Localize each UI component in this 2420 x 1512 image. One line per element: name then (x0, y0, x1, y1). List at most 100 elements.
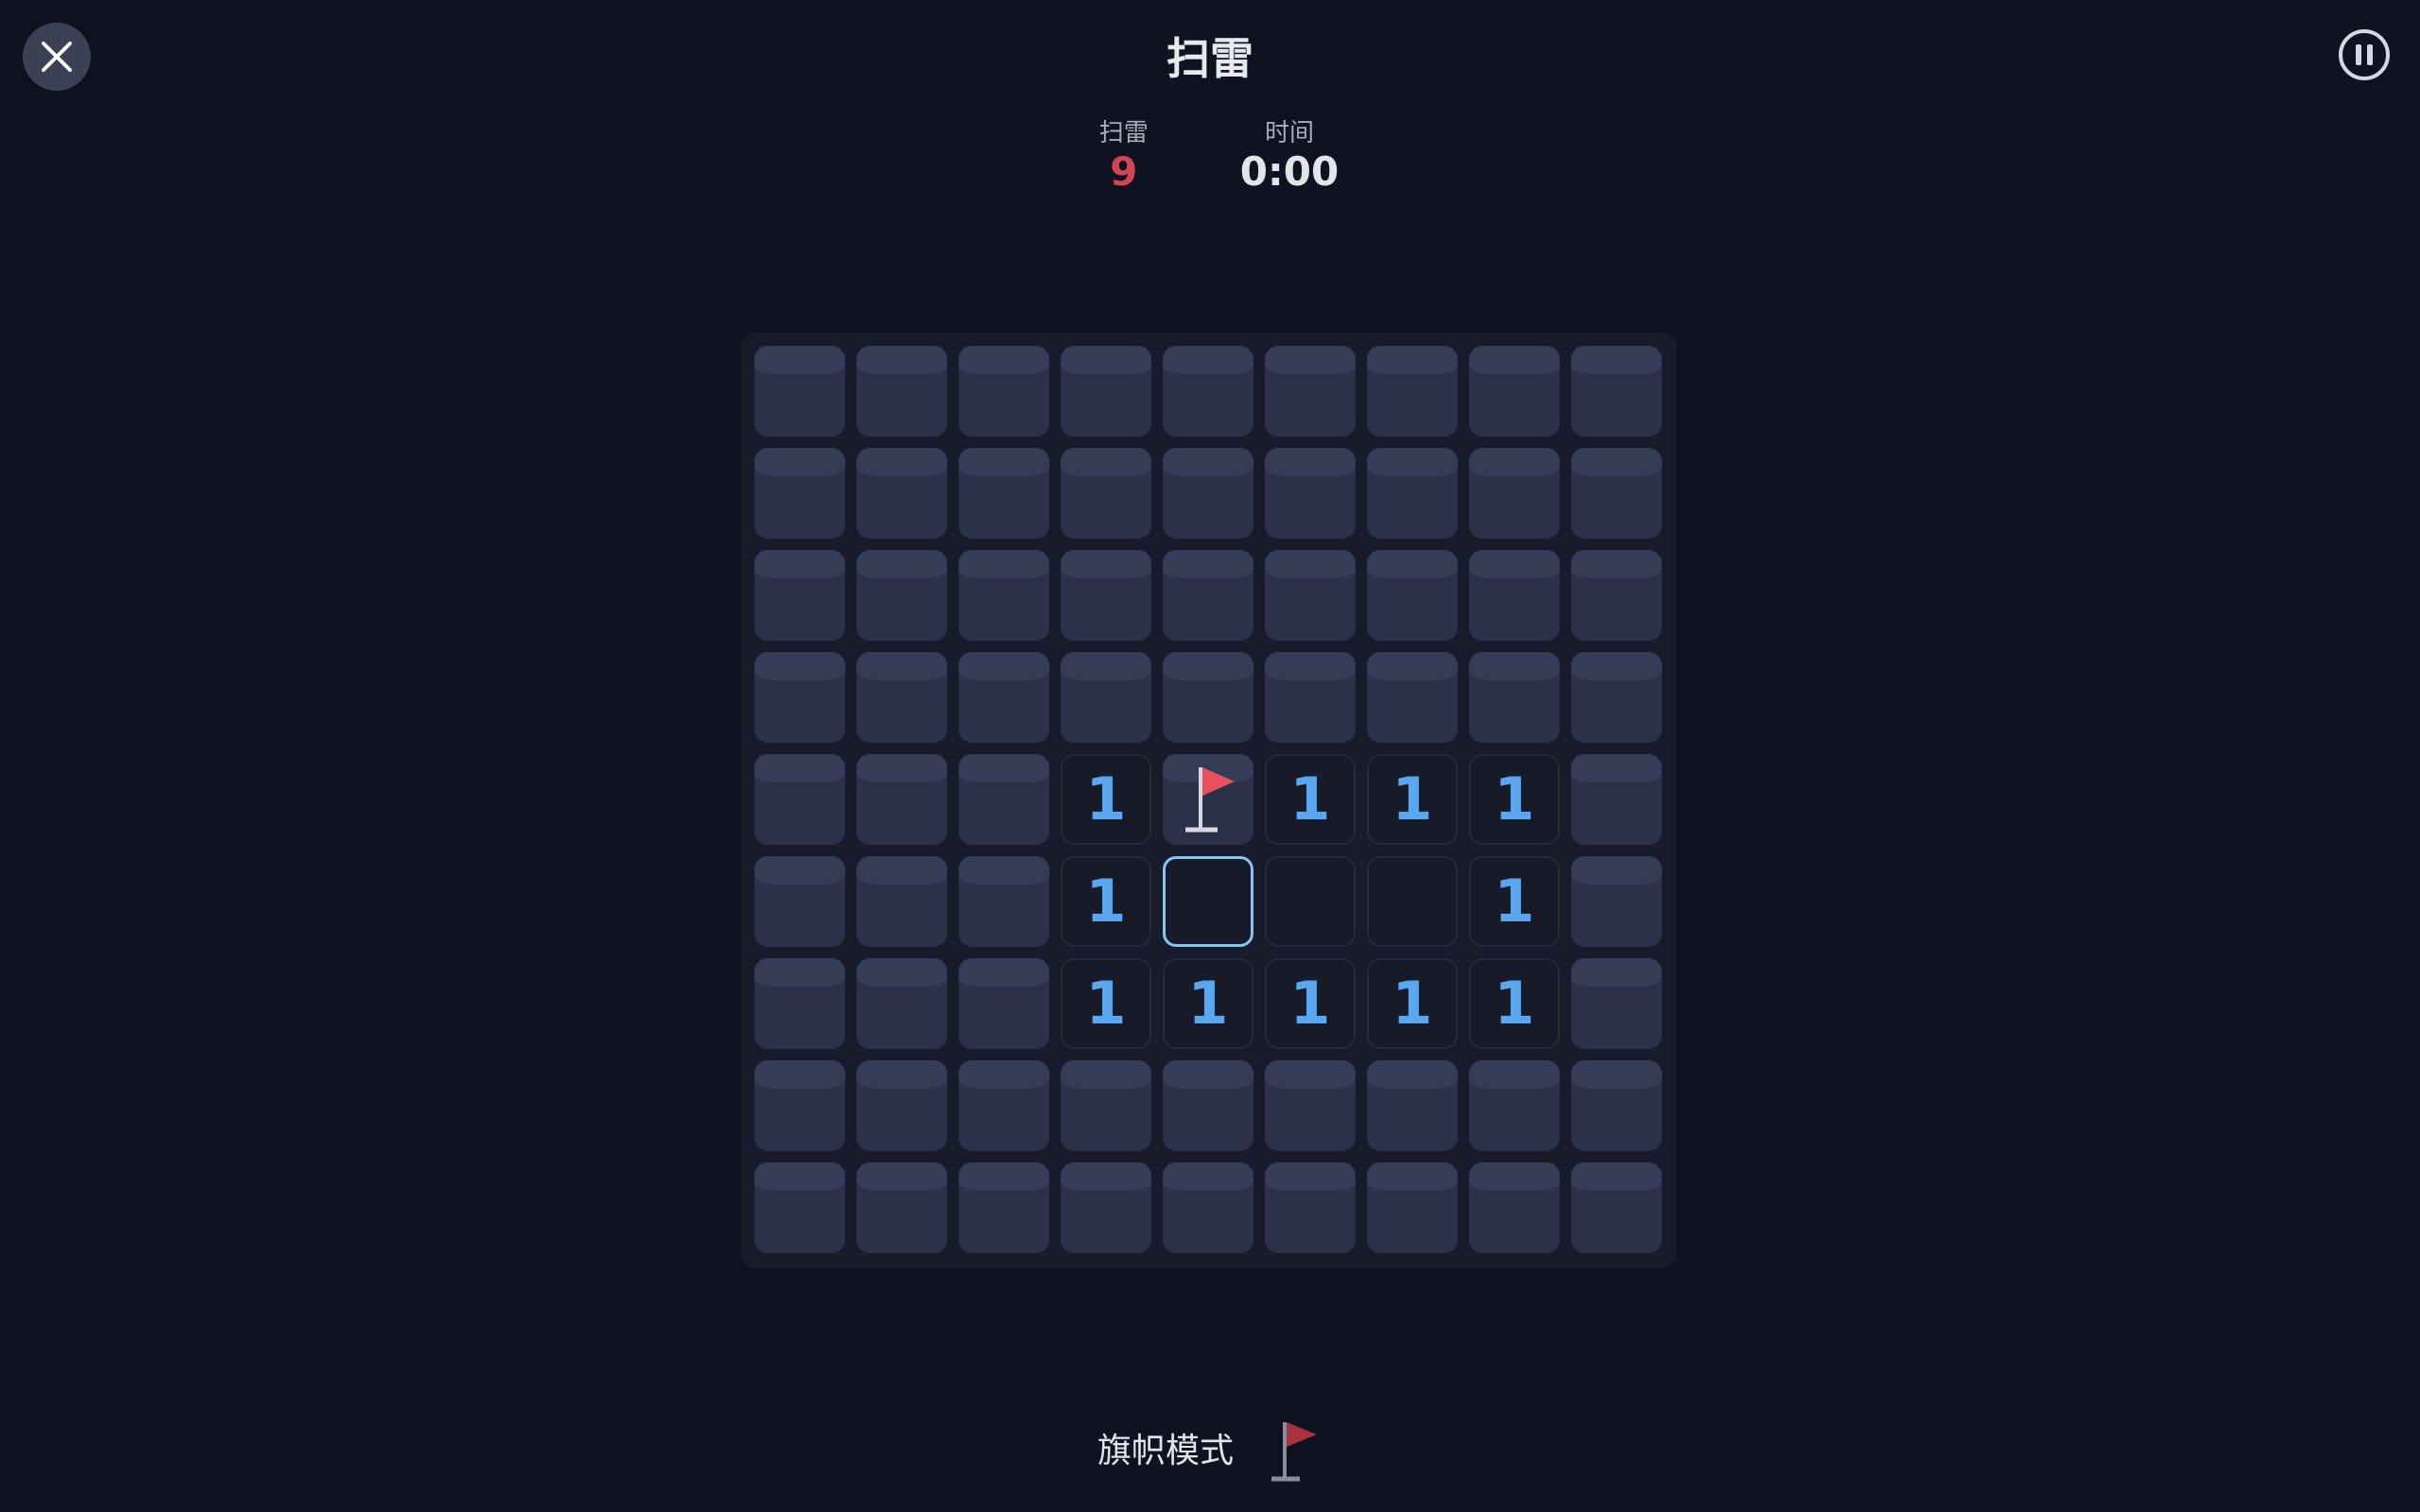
cell-hidden[interactable] (1367, 652, 1458, 743)
cell-hidden[interactable] (1571, 448, 1662, 539)
game-board: 11111111111 (741, 333, 1677, 1268)
cell-flagged[interactable] (1163, 754, 1253, 845)
cell-hidden[interactable] (1061, 346, 1151, 437)
pause-button[interactable] (2339, 29, 2390, 80)
cell-hidden[interactable] (1571, 550, 1662, 641)
cell-hidden[interactable] (1265, 550, 1356, 641)
cell-revealed-empty[interactable] (1367, 856, 1458, 947)
cell-revealed-number[interactable]: 1 (1061, 958, 1151, 1049)
cell-hidden[interactable] (1163, 550, 1253, 641)
cell-hidden[interactable] (959, 1162, 1049, 1253)
cell-hidden[interactable] (1061, 1162, 1151, 1253)
cell-hidden[interactable] (754, 1060, 845, 1151)
cell-hidden[interactable] (856, 754, 947, 845)
cell-hidden[interactable] (856, 550, 947, 641)
cell-hidden[interactable] (959, 448, 1049, 539)
cell-hidden[interactable] (1571, 652, 1662, 743)
cell-hidden[interactable] (1061, 652, 1151, 743)
cell-hidden[interactable] (754, 754, 845, 845)
flag-icon (1271, 1422, 1317, 1482)
mine-counter: 扫雷 9 (1081, 117, 1167, 195)
flag-mode-button[interactable] (1266, 1418, 1322, 1486)
cell-hidden[interactable] (1061, 448, 1151, 539)
cell-hidden[interactable] (959, 346, 1049, 437)
cell-hidden[interactable] (1571, 1162, 1662, 1253)
cell-hidden[interactable] (1367, 1060, 1458, 1151)
cell-hidden[interactable] (1163, 1060, 1253, 1151)
cell-revealed-number[interactable]: 1 (1265, 754, 1356, 845)
cell-hidden[interactable] (1469, 346, 1560, 437)
cell-hidden[interactable] (754, 652, 845, 743)
cell-number: 1 (1494, 765, 1535, 833)
cell-hidden[interactable] (959, 550, 1049, 641)
cell-hidden[interactable] (1571, 346, 1662, 437)
flag-mode-label: 旗帜模式 (1097, 1432, 1234, 1470)
cell-hidden[interactable] (856, 1162, 947, 1253)
cell-hidden[interactable] (1163, 346, 1253, 437)
cell-hidden[interactable] (1571, 754, 1662, 845)
cell-hidden[interactable] (1367, 550, 1458, 641)
cell-hidden[interactable] (856, 856, 947, 947)
cell-number: 1 (1085, 765, 1127, 833)
cell-hidden[interactable] (1163, 652, 1253, 743)
cell-revealed-empty[interactable] (1265, 856, 1356, 947)
cell-revealed-number[interactable]: 1 (1061, 856, 1151, 947)
cell-hidden[interactable] (1469, 448, 1560, 539)
pause-icon (2356, 44, 2373, 65)
cell-revealed-number[interactable]: 1 (1163, 958, 1253, 1049)
cell-hidden[interactable] (754, 448, 845, 539)
cell-hidden[interactable] (959, 856, 1049, 947)
cell-hidden[interactable] (856, 958, 947, 1049)
cell-hidden[interactable] (959, 754, 1049, 845)
cell-number: 1 (1392, 969, 1433, 1038)
cell-hidden[interactable] (856, 448, 947, 539)
cell-number: 1 (1289, 765, 1331, 833)
cell-hidden[interactable] (1571, 1060, 1662, 1151)
cell-number: 1 (1494, 867, 1535, 936)
cell-hidden[interactable] (1163, 1162, 1253, 1253)
cell-number: 1 (1085, 969, 1127, 1038)
cell-selected[interactable] (1163, 856, 1253, 947)
cell-hidden[interactable] (856, 346, 947, 437)
cell-hidden[interactable] (754, 346, 845, 437)
cell-hidden[interactable] (1367, 346, 1458, 437)
stats-bar: 扫雷 9 时间 0:00 (0, 117, 2420, 195)
cell-hidden[interactable] (959, 1060, 1049, 1151)
cell-hidden[interactable] (754, 1162, 845, 1253)
cell-revealed-number[interactable]: 1 (1265, 958, 1356, 1049)
cell-hidden[interactable] (1265, 346, 1356, 437)
cell-hidden[interactable] (1469, 1162, 1560, 1253)
cell-hidden[interactable] (1469, 652, 1560, 743)
cell-revealed-number[interactable]: 1 (1061, 754, 1151, 845)
cell-hidden[interactable] (1163, 448, 1253, 539)
cell-revealed-number[interactable]: 1 (1367, 958, 1458, 1049)
mine-counter-value: 9 (1110, 148, 1138, 195)
cell-hidden[interactable] (1469, 550, 1560, 641)
cell-revealed-number[interactable]: 1 (1367, 754, 1458, 845)
cell-hidden[interactable] (1265, 1060, 1356, 1151)
cell-revealed-number[interactable]: 1 (1469, 754, 1560, 845)
cell-hidden[interactable] (754, 550, 845, 641)
cell-hidden[interactable] (1061, 550, 1151, 641)
cell-hidden[interactable] (754, 958, 845, 1049)
cell-hidden[interactable] (959, 958, 1049, 1049)
cell-revealed-number[interactable]: 1 (1469, 958, 1560, 1049)
cell-hidden[interactable] (1061, 1060, 1151, 1151)
cell-hidden[interactable] (1265, 652, 1356, 743)
cell-hidden[interactable] (1469, 1060, 1560, 1151)
cell-hidden[interactable] (754, 856, 845, 947)
cell-hidden[interactable] (1571, 958, 1662, 1049)
cell-revealed-number[interactable]: 1 (1469, 856, 1560, 947)
cell-hidden[interactable] (1367, 448, 1458, 539)
timer: 时间 0:00 (1240, 117, 1339, 195)
cell-hidden[interactable] (1367, 1162, 1458, 1253)
cell-hidden[interactable] (856, 1060, 947, 1151)
cell-hidden[interactable] (1265, 448, 1356, 539)
cell-hidden[interactable] (959, 652, 1049, 743)
cell-hidden[interactable] (1571, 856, 1662, 947)
cell-hidden[interactable] (856, 652, 947, 743)
flag-mode-toggle: 旗帜模式 (0, 1418, 2420, 1486)
cell-number: 1 (1085, 867, 1127, 936)
cell-hidden[interactable] (1265, 1162, 1356, 1253)
cell-number: 1 (1289, 969, 1331, 1038)
